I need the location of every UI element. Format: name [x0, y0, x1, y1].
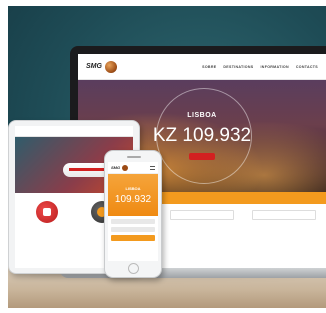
nav-item-sobre[interactable]: SOBRE	[202, 65, 216, 69]
nav-item-information[interactable]: INFORMATION	[261, 65, 289, 69]
hero-city: LISBOA	[187, 112, 217, 119]
nav-item-destinations[interactable]: DESTINATIONS	[223, 65, 253, 69]
phone-device: SMG LISBOA 109.932	[104, 150, 162, 278]
site-logo[interactable]: SMG	[86, 60, 117, 73]
phone-hero-price: 109.932	[114, 193, 152, 205]
passengers-field[interactable]	[252, 210, 316, 220]
phone-hero-city: LISBOA	[125, 185, 141, 191]
hero-price: KZ 109.932	[152, 125, 252, 146]
phone-form-field[interactable]	[111, 219, 155, 224]
feature-item[interactable]	[35, 201, 58, 226]
site-header: SMG SOBRE DESTINATIONS INFORMATION CONTA…	[78, 54, 326, 80]
nav-item-contacts[interactable]: CONTACTS	[296, 65, 318, 69]
phone-logo-text: SMG	[111, 165, 121, 170]
phone-speaker	[127, 156, 141, 158]
date-field[interactable]	[170, 210, 234, 220]
home-button-icon[interactable]	[128, 263, 139, 274]
phone-header: SMG	[108, 162, 158, 174]
phone-form	[108, 216, 158, 244]
phone-form-field[interactable]	[111, 227, 155, 232]
ticket-icon	[35, 201, 58, 223]
logo-mark-icon	[104, 60, 117, 73]
main-nav: SOBRE DESTINATIONS INFORMATION CONTACTS	[202, 65, 318, 69]
phone-submit-button[interactable]	[111, 235, 155, 241]
product-mockup-scene: SMG SOBRE DESTINATIONS INFORMATION CONTA…	[8, 6, 326, 308]
phone-hero: LISBOA 109.932	[108, 174, 158, 216]
tablet-nav	[15, 126, 133, 137]
hero-cta-button[interactable]	[189, 153, 215, 160]
logo-text: SMG	[86, 63, 102, 70]
phone-screen: SMG LISBOA 109.932	[108, 162, 158, 261]
hamburger-menu-icon[interactable]	[150, 165, 155, 170]
phone-logo-mark-icon	[122, 164, 129, 171]
